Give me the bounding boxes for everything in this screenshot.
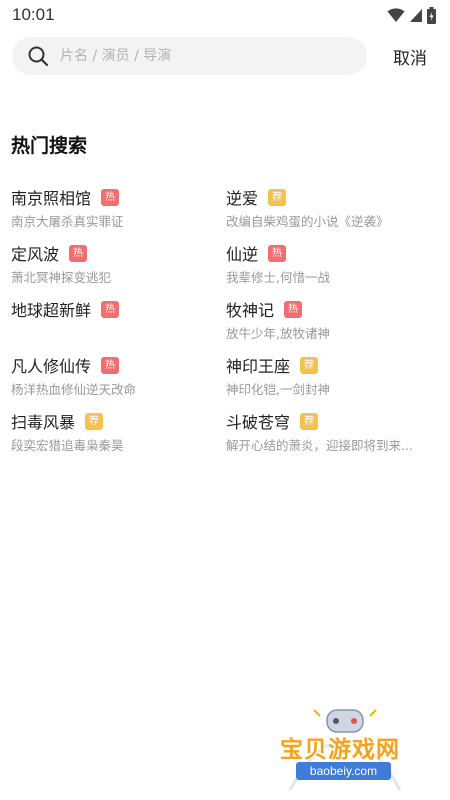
hot-badge: 热 — [101, 188, 120, 206]
hot-search-item[interactable]: 神印王座荐神印化铠,一剑封神 — [226, 354, 441, 410]
hot-search-item[interactable]: 南京照相馆热南京大屠杀真实罪证 — [11, 186, 226, 242]
hot-search-item-title-row: 仙逆热 — [226, 242, 441, 264]
hot-search-item[interactable]: 扫毒风暴荐段奕宏猎追毒枭秦昊 — [11, 410, 226, 466]
hot-search-item[interactable]: 地球超新鲜热 — [11, 298, 226, 354]
hot-search-item-desc: 段奕宏猎追毒枭秦昊 — [11, 438, 124, 453]
status-time: 10:01 — [12, 5, 55, 24]
watermark: 宝贝游戏网 baobeiy.com — [270, 700, 420, 795]
hot-search-item-title: 仙逆 — [226, 245, 259, 264]
hot-badge: 热 — [268, 244, 287, 262]
hot-search-title: 热门搜索 — [11, 135, 88, 157]
hot-search-item-title: 逆爱 — [226, 189, 259, 208]
hot-search-item-title: 定风波 — [11, 245, 60, 264]
hot-search-item-desc: 改编自柴鸡蛋的小说《逆袭》 — [226, 214, 389, 229]
hot-search-item-desc: 杨洋热血修仙逆天改命 — [11, 382, 137, 397]
watermark-url: baobeiy.com — [296, 762, 391, 780]
hot-badge: 热 — [69, 244, 88, 262]
status-icons — [387, 6, 436, 24]
hot-search-item-title: 南京照相馆 — [11, 189, 92, 208]
recommend-badge: 荐 — [300, 412, 319, 430]
hot-search-item[interactable]: 逆爱荐改编自柴鸡蛋的小说《逆袭》 — [226, 186, 441, 242]
hot-search-item-title: 地球超新鲜 — [11, 301, 92, 320]
hot-search-item[interactable]: 仙逆热我辈修士,何惜一战 — [226, 242, 441, 298]
hot-search-item-title-row: 逆爱荐 — [226, 186, 441, 208]
hot-search-item-title-row: 南京照相馆热 — [11, 186, 226, 208]
hot-search-item-desc: 南京大屠杀真实罪证 — [11, 214, 124, 229]
wifi-icon — [387, 8, 405, 22]
recommend-badge: 荐 — [268, 188, 287, 206]
hot-search-item-title-row: 地球超新鲜热 — [11, 298, 226, 320]
hot-badge: 热 — [284, 300, 303, 318]
hot-search-item[interactable]: 凡人修仙传热杨洋热血修仙逆天改命 — [11, 354, 226, 410]
hot-search-item-title: 扫毒风暴 — [11, 413, 76, 432]
hot-search-item-desc: 解开心结的萧炎，迎接即将到来... — [226, 438, 413, 453]
hot-search-item-title-row: 牧神记热 — [226, 298, 441, 320]
hot-search-item-title: 凡人修仙传 — [11, 357, 92, 376]
hot-search-item-desc: 放牛少年,放牧诸神 — [226, 326, 330, 341]
hot-search-item[interactable]: 斗破苍穹荐解开心结的萧炎，迎接即将到来... — [226, 410, 441, 466]
hot-search-item-title-row: 定风波热 — [11, 242, 226, 264]
recommend-badge: 荐 — [85, 412, 104, 430]
hot-search-item-title-row: 凡人修仙传热 — [11, 354, 226, 376]
search-icon — [28, 46, 49, 67]
cancel-button[interactable]: 取消 — [393, 44, 427, 69]
hot-search-item-title-row: 斗破苍穹荐 — [226, 410, 441, 432]
recommend-badge: 荐 — [300, 356, 319, 374]
hot-search-item-desc: 萧北冥神探变逃犯 — [11, 270, 112, 285]
hot-search-item-desc: 我辈修士,何惜一战 — [226, 270, 330, 285]
search-box[interactable] — [12, 37, 367, 75]
hot-search-item-title: 神印王座 — [226, 357, 291, 376]
battery-icon — [427, 6, 436, 24]
hot-search-item-title: 斗破苍穹 — [226, 413, 291, 432]
hot-badge: 热 — [101, 300, 120, 318]
app-screen: 10:01 取消 热门搜索 南京照相馆热南京大屠杀真实罪证逆爱荐改编自柴鸡蛋的小… — [0, 0, 450, 800]
signal-icon — [410, 9, 422, 22]
hot-search-item-desc: 神印化铠,一剑封神 — [226, 382, 330, 397]
status-bar: 10:01 — [0, 0, 450, 30]
search-input[interactable] — [60, 37, 350, 75]
watermark-name: 宝贝游戏网 — [280, 737, 400, 763]
hot-search-item-title-row: 扫毒风暴荐 — [11, 410, 226, 432]
hot-search-list: 南京照相馆热南京大屠杀真实罪证 逆爱荐改编自柴鸡蛋的小说《逆袭》 定风波热萧北冥神探… — [11, 186, 441, 466]
hot-search-item[interactable]: 定风波热萧北冥神探变逃犯 — [11, 242, 226, 298]
hot-search-item-title: 牧神记 — [226, 301, 275, 320]
hot-search-item-title-row: 神印王座荐 — [226, 354, 441, 376]
hot-search-item[interactable]: 牧神记热放牛少年,放牧诸神 — [226, 298, 441, 354]
hot-badge: 热 — [101, 356, 120, 374]
